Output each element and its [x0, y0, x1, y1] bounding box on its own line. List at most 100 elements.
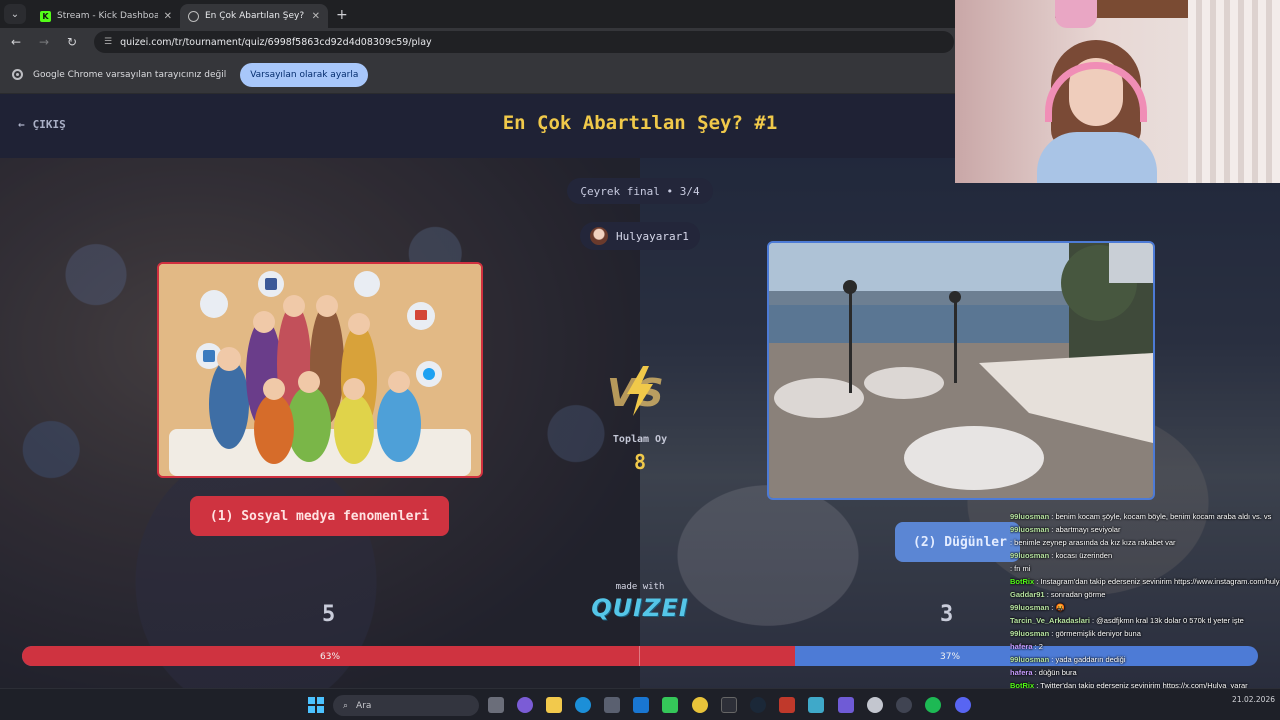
chat-text: : yada gaddarın dediği: [1049, 655, 1126, 664]
app-dark-icon[interactable]: [896, 697, 912, 713]
chat-message: 99luosman : abartmayı seviyolar: [1010, 523, 1280, 536]
total-votes-value: 8: [633, 450, 647, 474]
right-score: 3: [940, 602, 954, 627]
webcam-person: [1037, 40, 1157, 183]
chat-text: : 🤬: [1049, 603, 1065, 612]
windows-start-icon[interactable]: [308, 697, 324, 713]
chat-message: 99luosman : kocası üzerinden: [1010, 549, 1280, 562]
chat-text: : 2: [1032, 642, 1043, 651]
taskbar-search-label: Ara: [356, 700, 372, 711]
chat-username[interactable]: BotRix: [1010, 577, 1034, 586]
chat-message: 99luosman : 🤬: [1010, 601, 1280, 614]
chat-message: hafera : düğün bura: [1010, 666, 1280, 679]
chat-text: : Instagram'dan takip ederseniz seviniri…: [1034, 577, 1280, 586]
chat-username[interactable]: 99luosman: [1010, 603, 1049, 612]
tab-search-chevron-icon[interactable]: ⌄: [4, 4, 26, 24]
chat-username[interactable]: Gaddar91: [1010, 590, 1045, 599]
right-percent-label: 37%: [940, 652, 961, 662]
app-red-icon[interactable]: [779, 697, 795, 713]
made-with-label: made with: [615, 582, 665, 592]
chat-username[interactable]: 99luosman: [1010, 655, 1049, 664]
chat-message: 99luosman : yada gaddarın dediği: [1010, 653, 1280, 666]
stage-badge: Çeyrek final • 3/4: [567, 178, 713, 204]
close-tab-icon[interactable]: ✕: [164, 11, 172, 22]
task-view-icon[interactable]: [488, 697, 504, 713]
chat-text: : kocası üzerinden: [1049, 551, 1113, 560]
kick-app-icon[interactable]: [662, 697, 678, 713]
quizei-favicon-icon: [188, 10, 199, 22]
kick-favicon-icon: K: [40, 10, 51, 22]
chat-text: : abartmayı seviyolar: [1049, 525, 1121, 534]
epic-games-icon[interactable]: [721, 697, 737, 713]
chrome-logo-icon: [12, 69, 23, 80]
vs-lightning-icon: VS: [607, 366, 664, 416]
chat-username[interactable]: 99luosman: [1010, 551, 1049, 560]
discord-icon[interactable]: [955, 697, 971, 713]
chat-text: : görmemişlik deniyor buna: [1049, 629, 1141, 638]
chat-message: BotRix : Instagram'dan takip ederseniz s…: [1010, 575, 1280, 588]
chat-text: : benim kocam şöyle, kocam böyle, benim …: [1049, 512, 1272, 521]
chat-username[interactable]: hafera: [1010, 668, 1033, 677]
new-tab-plus-icon[interactable]: +: [336, 7, 348, 23]
chat-text: : sonradan görme: [1044, 590, 1106, 599]
infobar-message: Google Chrome varsayılan tarayıcınız değ…: [33, 69, 227, 80]
obs-icon[interactable]: [867, 697, 883, 713]
option-left-button[interactable]: (1) Sosyal medya fenomenleri: [190, 496, 449, 536]
chat-username[interactable]: Tarcin_Ve_Arkadaslari: [1010, 616, 1090, 625]
tab-kick-dashboard[interactable]: K Stream - Kick Dashboard ✕: [32, 4, 180, 28]
quizei-logo[interactable]: QUIZEI: [590, 594, 690, 622]
chat-username[interactable]: 99luosman: [1010, 629, 1049, 638]
total-votes-label: Toplam Oy: [612, 434, 668, 445]
file-explorer-icon[interactable]: [546, 697, 562, 713]
url-text: quizei.com/tr/tournament/quiz/6998f5863c…: [120, 36, 432, 48]
left-percent-label: 63%: [320, 652, 341, 662]
back-arrow-icon[interactable]: ←: [8, 35, 24, 49]
taskbar-clock: 21.02.2026: [1195, 695, 1275, 705]
site-info-icon[interactable]: ☰: [104, 37, 112, 47]
chat-message: Gaddar91 : sonradan görme: [1010, 588, 1280, 601]
option-right-button[interactable]: (2) Düğünler: [895, 522, 1020, 562]
tab-quiz[interactable]: En Çok Abartılan Şey? #1 - Tier ✕: [180, 4, 328, 28]
forward-arrow-icon[interactable]: →: [36, 35, 52, 49]
set-default-button[interactable]: Varsayılan olarak ayarla: [240, 62, 369, 87]
chrome-icon[interactable]: [692, 697, 708, 713]
copilot-icon[interactable]: [517, 697, 533, 713]
address-bar[interactable]: ☰ quizei.com/tr/tournament/quiz/6998f586…: [94, 31, 954, 53]
option-left-image[interactable]: [157, 262, 483, 478]
chat-username[interactable]: 99luosman: [1010, 525, 1049, 534]
player-name: Hulyayarar1: [616, 229, 689, 243]
steam-icon[interactable]: [750, 697, 766, 713]
search-icon: ⌕: [343, 700, 349, 711]
spotify-icon[interactable]: [925, 697, 941, 713]
chat-username[interactable]: hafera: [1010, 642, 1033, 651]
chat-message: : fn mi: [1010, 562, 1280, 575]
app-blue-icon[interactable]: [808, 697, 824, 713]
close-tab-icon[interactable]: ✕: [312, 11, 320, 22]
chat-text: : fn mi: [1010, 564, 1031, 573]
player-badge: Hulyayarar1: [580, 222, 700, 250]
app-purple-icon[interactable]: [838, 697, 854, 713]
chat-text: : benimle zeynep arasında da kız kıza ra…: [1010, 538, 1176, 547]
social-media-illustration: [159, 264, 481, 476]
left-score: 5: [322, 602, 336, 627]
reload-icon[interactable]: ↻: [64, 35, 80, 49]
store-icon[interactable]: [604, 697, 620, 713]
wedding-venue-photo: [769, 243, 1153, 498]
taskbar-search[interactable]: ⌕ Ara: [333, 695, 479, 716]
webcam-curtain: [1188, 0, 1280, 183]
chat-message: Tarcin_Ve_Arkadaslari : @asdfjkmn kral 1…: [1010, 614, 1280, 627]
chat-username[interactable]: 99luosman: [1010, 512, 1049, 521]
left-vote-fill: [22, 646, 795, 666]
webcam-lamp: [1055, 0, 1097, 28]
chat-text: : düğün bura: [1032, 668, 1077, 677]
taskbar-date: 21.02.2026: [1232, 695, 1275, 704]
chat-message: hafera : 2: [1010, 640, 1280, 653]
tab-title: Stream - Kick Dashboard: [57, 11, 158, 21]
avatar: [590, 227, 608, 245]
chat-message: 99luosman : görmemişlik deniyor buna: [1010, 627, 1280, 640]
outlook-icon[interactable]: [633, 697, 649, 713]
chat-message: : benimle zeynep arasında da kız kıza ra…: [1010, 536, 1280, 549]
tab-title: En Çok Abartılan Şey? #1 - Tier: [205, 11, 306, 21]
edge-icon[interactable]: [575, 697, 591, 713]
option-right-image[interactable]: [767, 241, 1155, 500]
